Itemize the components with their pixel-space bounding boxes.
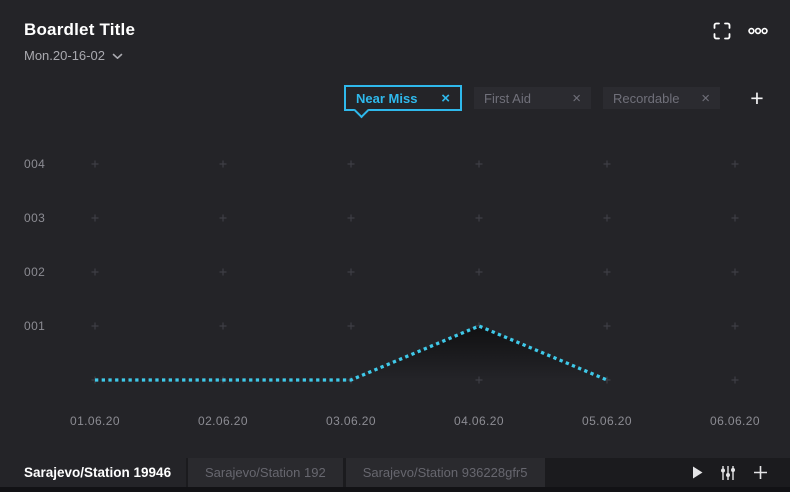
x-axis-tick-label: 03.06.20 [326, 414, 376, 428]
tab-bar-spacer [545, 458, 693, 487]
x-axis-tick-label: 04.06.20 [454, 414, 504, 428]
grid-plus-markers [92, 161, 739, 384]
y-axis-tick-label: 004 [24, 157, 45, 171]
chart-canvas: 004 003 002 001 01.06.20 02.06.20 03.06.20 04.0… [0, 0, 790, 445]
y-axis-tick-label: 003 [24, 211, 45, 225]
y-axis-tick-label: 001 [24, 319, 45, 333]
footer: Sarajevo/Station 19946 Sarajevo/Station … [0, 458, 790, 492]
play-icon[interactable] [692, 466, 703, 479]
footer-actions [692, 458, 768, 487]
boardlet-widget: Boardlet Title Mon.20-16-02 Near Miss × [0, 0, 790, 492]
footer-bottom-strip [0, 487, 790, 492]
station-tab-bar: Sarajevo/Station 19946 Sarajevo/Station … [0, 458, 790, 487]
sliders-icon[interactable] [720, 465, 736, 481]
x-axis-tick-label: 01.06.20 [70, 414, 120, 428]
y-axis-tick-label: 002 [24, 265, 45, 279]
x-axis-tick-label: 06.06.20 [710, 414, 760, 428]
tab-station-192[interactable]: Sarajevo/Station 192 [188, 458, 343, 487]
add-station-icon[interactable] [753, 465, 768, 480]
series-area-shadow [95, 326, 607, 380]
x-axis-tick-label: 02.06.20 [198, 414, 248, 428]
tab-station-936228gfr5[interactable]: Sarajevo/Station 936228gfr5 [346, 458, 545, 487]
x-axis-tick-label: 05.06.20 [582, 414, 632, 428]
tab-station-19946[interactable]: Sarajevo/Station 19946 [0, 458, 186, 487]
